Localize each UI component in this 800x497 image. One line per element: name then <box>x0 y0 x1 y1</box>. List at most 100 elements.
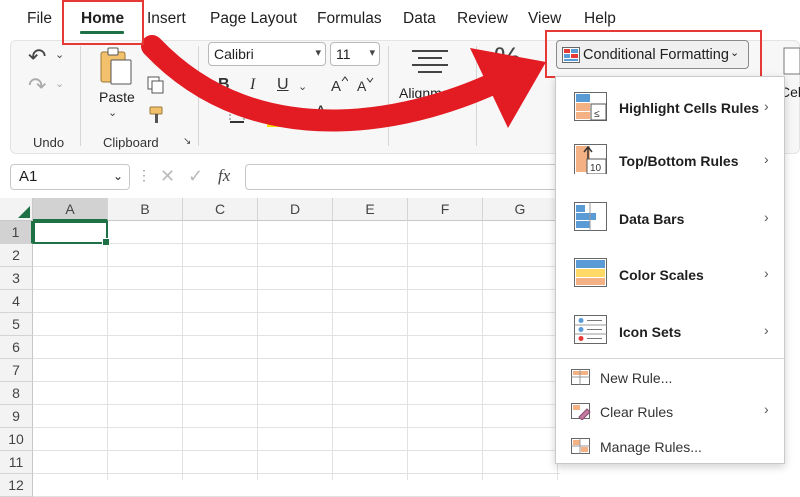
gridline-vertical <box>332 221 333 480</box>
gridline-horizontal <box>33 243 560 244</box>
tab-help[interactable]: Help <box>584 10 616 28</box>
paste-dropdown-icon[interactable]: ⌄ <box>108 108 117 119</box>
gridline-horizontal <box>33 473 560 474</box>
underline-dropdown-icon[interactable]: ⌄ <box>298 82 307 93</box>
menu-item-clear-rules[interactable]: Clear Rules › <box>556 398 784 428</box>
undo-group-label: Undo <box>33 135 65 150</box>
cut-icon[interactable]: ✂ <box>148 48 161 63</box>
highlight-box <box>545 30 762 78</box>
fill-color-icon[interactable] <box>264 104 288 128</box>
row-header-5[interactable]: 5 <box>0 313 33 336</box>
column-header-c[interactable]: C <box>183 198 258 221</box>
top-bottom-icon: 10 <box>574 144 607 174</box>
number-format-icon[interactable]: % <box>494 42 521 76</box>
font-name-combo[interactable]: Calibri ▾ <box>208 42 326 66</box>
fill-handle[interactable] <box>102 238 110 246</box>
more-options-icon[interactable]: ⋮ <box>137 168 151 182</box>
undo-dropdown-icon[interactable]: ⌄ <box>55 50 64 61</box>
paste-icon[interactable] <box>98 46 136 88</box>
alignment-icon[interactable] <box>410 48 450 74</box>
menu-item-label: Manage Rules... <box>600 439 702 455</box>
tab-insert[interactable]: Insert <box>147 10 186 28</box>
menu-item-manage-rules[interactable]: Manage Rules... <box>556 433 784 463</box>
tab-formulas[interactable]: Formulas <box>317 10 382 28</box>
copy-icon[interactable] <box>147 76 165 94</box>
gridline-horizontal <box>33 335 560 336</box>
ribbon-separator <box>388 46 389 146</box>
row-header-9[interactable]: 9 <box>0 405 33 428</box>
confirm-entry-icon[interactable]: ✓ <box>188 167 203 185</box>
data-bars-icon <box>574 202 607 231</box>
column-header-e[interactable]: E <box>333 198 408 221</box>
font-color-button[interactable]: A <box>312 102 332 126</box>
font-color-dropdown-icon[interactable]: ⌄ <box>338 111 347 122</box>
redo-icon[interactable]: ↷ <box>28 75 46 97</box>
gridline-vertical <box>257 221 258 480</box>
menu-item-icon-sets[interactable]: Icon Sets › <box>556 307 784 357</box>
tab-page-layout[interactable]: Page Layout <box>210 10 297 28</box>
menu-item-new-rule[interactable]: New Rule... <box>556 364 784 394</box>
column-header-b[interactable]: B <box>108 198 183 221</box>
clipboard-launcher-icon[interactable]: ↘ <box>183 137 191 147</box>
clear-rules-icon <box>571 403 591 420</box>
menu-item-label: Icon Sets <box>619 324 682 340</box>
gridline-horizontal <box>33 381 560 382</box>
italic-button[interactable]: I <box>250 76 255 94</box>
alignment-label[interactable]: Alignment <box>399 85 461 101</box>
column-header-f[interactable]: F <box>408 198 483 221</box>
chevron-down-icon: ⌄ <box>113 169 124 183</box>
menu-item-color-scales[interactable]: Color Scales › <box>556 251 784 301</box>
row-header-12[interactable]: 12 <box>0 474 33 497</box>
selected-cell-a1[interactable] <box>33 221 110 246</box>
font-size-value: 11 <box>336 46 351 62</box>
row-header-1[interactable]: 1 <box>0 221 33 244</box>
bold-button[interactable]: B <box>218 76 230 94</box>
row-header-10[interactable]: 10 <box>0 428 33 451</box>
chevron-right-icon: › <box>764 151 769 167</box>
borders-icon[interactable] <box>228 106 258 128</box>
row-header-4[interactable]: 4 <box>0 290 33 313</box>
format-painter-icon[interactable] <box>147 105 167 125</box>
undo-icon[interactable]: ↶ <box>28 46 46 68</box>
row-header-8[interactable]: 8 <box>0 382 33 405</box>
formula-input[interactable] <box>245 164 555 190</box>
cell-styles-icon[interactable] <box>782 46 800 76</box>
tab-view[interactable]: View <box>528 10 561 28</box>
menu-item-data-bars[interactable]: Data Bars › <box>556 195 784 245</box>
column-header-g[interactable]: G <box>483 198 558 221</box>
paste-label[interactable]: Paste <box>99 89 135 105</box>
underline-button[interactable]: U <box>277 76 289 94</box>
redo-dropdown-icon[interactable]: ⌄ <box>55 79 64 90</box>
alignment-dropdown-icon[interactable]: ⌄ <box>424 104 433 115</box>
tab-file[interactable]: File <box>27 10 52 28</box>
menu-item-highlight-cells-rules[interactable]: ≤ Highlight Cells Rules › <box>556 83 784 133</box>
chevron-right-icon: › <box>764 209 769 225</box>
cancel-entry-icon[interactable]: ✕ <box>160 167 175 185</box>
new-rule-icon <box>571 369 590 385</box>
row-header-2[interactable]: 2 <box>0 244 33 267</box>
row-header-3[interactable]: 3 <box>0 267 33 290</box>
chevron-down-icon: ▾ <box>369 47 375 59</box>
svg-text:A: A <box>357 78 367 94</box>
insert-function-button[interactable]: fx <box>218 166 230 186</box>
tab-review[interactable]: Review <box>457 10 508 28</box>
gridline-horizontal <box>33 358 560 359</box>
menu-item-top-bottom-rules[interactable]: 10 Top/Bottom Rules › <box>556 139 784 189</box>
gridline-horizontal <box>33 404 560 405</box>
grow-font-icon[interactable]: A <box>330 76 348 94</box>
column-header-a[interactable]: A <box>33 198 108 221</box>
row-header-11[interactable]: 11 <box>0 451 33 474</box>
shrink-font-icon[interactable]: A <box>356 76 374 94</box>
select-all-corner[interactable] <box>0 198 33 221</box>
tab-data[interactable]: Data <box>403 10 436 28</box>
gridline-horizontal <box>33 266 560 267</box>
chevron-right-icon: › <box>764 401 769 417</box>
row-header-7[interactable]: 7 <box>0 359 33 382</box>
name-box[interactable]: A1 ⌄ <box>10 164 130 190</box>
gridline-vertical <box>182 221 183 480</box>
row-header-6[interactable]: 6 <box>0 336 33 359</box>
column-header-d[interactable]: D <box>258 198 333 221</box>
ribbon-separator <box>198 46 199 146</box>
font-size-combo[interactable]: 11 ▾ <box>330 42 380 66</box>
fill-color-dropdown-icon[interactable]: ⌄ <box>291 111 300 122</box>
